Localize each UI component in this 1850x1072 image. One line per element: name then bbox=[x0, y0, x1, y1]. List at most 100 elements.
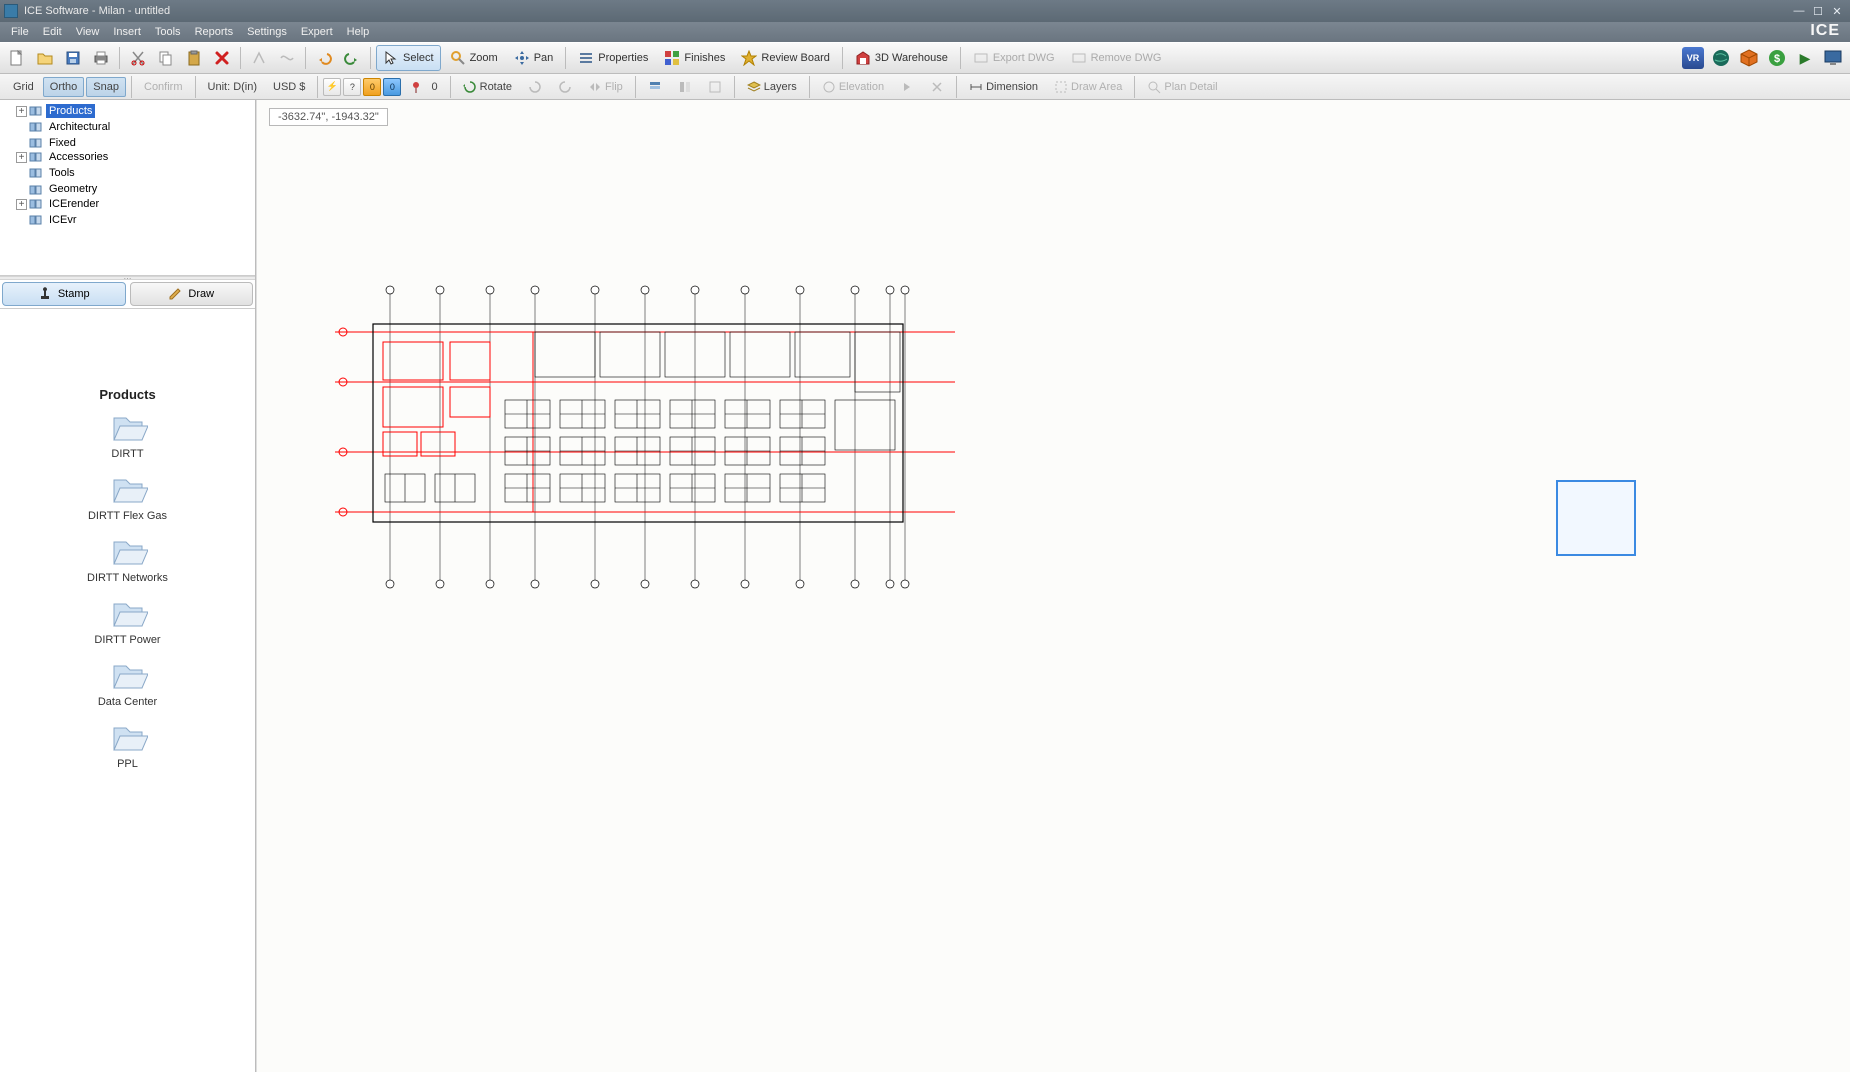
tree-item-tools[interactable]: Tools bbox=[16, 164, 253, 180]
grid-toggle[interactable]: Grid bbox=[6, 77, 41, 97]
warehouse-button[interactable]: 3D Warehouse bbox=[848, 45, 955, 71]
monitor-badge[interactable] bbox=[1822, 47, 1844, 69]
tool-a[interactable] bbox=[246, 45, 272, 71]
tree-item-products[interactable]: +Products bbox=[16, 104, 253, 118]
properties-label: Properties bbox=[598, 52, 648, 64]
snap-toggle[interactable]: Snap bbox=[86, 77, 126, 97]
draw-tab[interactable]: Draw bbox=[130, 282, 254, 306]
stamp-icon bbox=[38, 287, 52, 301]
print-button[interactable] bbox=[88, 45, 114, 71]
new-button[interactable] bbox=[4, 45, 30, 71]
menu-tools[interactable]: Tools bbox=[148, 24, 188, 40]
delete-button[interactable] bbox=[209, 45, 235, 71]
exportdwg-button[interactable]: Export DWG bbox=[966, 45, 1062, 71]
product-dirtt-power[interactable]: DIRTT Power bbox=[8, 598, 247, 646]
mode-tabs: Stamp Draw bbox=[0, 280, 255, 309]
brand-logo: ICE bbox=[1810, 22, 1840, 40]
tree-item-icevr[interactable]: ICEvr bbox=[16, 211, 253, 227]
tree-item-accessories[interactable]: +Accessories bbox=[16, 150, 253, 164]
product-ppl[interactable]: PPL bbox=[8, 722, 247, 770]
play-badge[interactable]: ▶ bbox=[1794, 47, 1816, 69]
properties-button[interactable]: Properties bbox=[571, 45, 655, 71]
titlebar: ICE Software - Milan - untitled — ☐ ✕ bbox=[0, 0, 1850, 22]
align-b-icon[interactable] bbox=[671, 77, 699, 97]
tree-item-geometry[interactable]: Geometry bbox=[16, 180, 253, 196]
cube-badge[interactable] bbox=[1738, 47, 1760, 69]
tool-b[interactable] bbox=[274, 45, 300, 71]
minimize-button[interactable]: — bbox=[1790, 4, 1808, 18]
menu-help[interactable]: Help bbox=[340, 24, 377, 40]
product-dirtt[interactable]: DIRTT bbox=[8, 412, 247, 460]
currency-label[interactable]: USD $ bbox=[266, 77, 312, 97]
rotate-button[interactable]: Rotate bbox=[456, 77, 519, 97]
align-c-icon[interactable] bbox=[701, 77, 729, 97]
review-button[interactable]: Review Board bbox=[734, 45, 836, 71]
product-dirtt-flex-gas[interactable]: DIRTT Flex Gas bbox=[8, 474, 247, 522]
rotate-ccw-icon[interactable] bbox=[521, 77, 549, 97]
zoom-button[interactable]: Zoom bbox=[443, 45, 505, 71]
pan-button[interactable]: Pan bbox=[507, 45, 561, 71]
minimap[interactable] bbox=[1556, 480, 1636, 556]
secondary-toolbar: Grid Ortho Snap Confirm Unit: D(in) USD … bbox=[0, 74, 1850, 100]
product-data-center[interactable]: Data Center bbox=[8, 660, 247, 708]
menubar: File Edit View Insert Tools Reports Sett… bbox=[0, 22, 1850, 42]
removedwg-label: Remove DWG bbox=[1091, 52, 1162, 64]
orange-count[interactable]: 0 bbox=[363, 78, 381, 96]
vr-badge[interactable]: VR bbox=[1682, 47, 1704, 69]
drawing-canvas[interactable]: -3632.74", -1943.32" bbox=[256, 100, 1850, 1072]
globe-badge[interactable] bbox=[1710, 47, 1732, 69]
layers-button[interactable]: Layers bbox=[740, 77, 804, 97]
redo-button[interactable] bbox=[339, 45, 365, 71]
workarea: +ProductsArchitecturalFixed+AccessoriesT… bbox=[0, 100, 1850, 1072]
save-button[interactable] bbox=[60, 45, 86, 71]
menu-file[interactable]: File bbox=[4, 24, 36, 40]
maximize-button[interactable]: ☐ bbox=[1809, 4, 1827, 18]
tree-item-architectural[interactable]: Architectural bbox=[16, 118, 253, 134]
tree-item-fixed[interactable]: Fixed bbox=[16, 134, 253, 150]
menu-reports[interactable]: Reports bbox=[188, 24, 241, 40]
removedwg-button[interactable]: Remove DWG bbox=[1064, 45, 1169, 71]
cut-button[interactable] bbox=[125, 45, 151, 71]
product-pane[interactable]: Products DIRTTDIRTT Flex GasDIRTT Networ… bbox=[0, 309, 255, 1072]
dimension-button[interactable]: Dimension bbox=[962, 77, 1045, 97]
elev-close-icon[interactable] bbox=[923, 77, 951, 97]
flip-button[interactable]: Flip bbox=[581, 77, 630, 97]
blue-count[interactable]: 0 bbox=[383, 78, 401, 96]
product-tree[interactable]: +ProductsArchitecturalFixed+AccessoriesT… bbox=[0, 100, 255, 276]
align-a-icon[interactable] bbox=[641, 77, 669, 97]
stamp-tab[interactable]: Stamp bbox=[2, 282, 126, 306]
draw-label: Draw bbox=[188, 288, 214, 300]
elevation-button[interactable]: Elevation bbox=[815, 77, 891, 97]
drawarea-button[interactable]: Draw Area bbox=[1047, 77, 1129, 97]
pan-label: Pan bbox=[534, 52, 554, 64]
tree-item-icerender[interactable]: +ICErender bbox=[16, 197, 253, 211]
pin-count[interactable]: 0 bbox=[403, 77, 444, 97]
rotate-cw-icon[interactable] bbox=[551, 77, 579, 97]
floor-plan bbox=[335, 282, 955, 598]
menu-view[interactable]: View bbox=[69, 24, 107, 40]
elev-next-icon[interactable] bbox=[893, 77, 921, 97]
product-dirtt-networks[interactable]: DIRTT Networks bbox=[8, 536, 247, 584]
paste-button[interactable] bbox=[181, 45, 207, 71]
open-button[interactable] bbox=[32, 45, 58, 71]
finishes-button[interactable]: Finishes bbox=[657, 45, 732, 71]
unit-label[interactable]: Unit: D(in) bbox=[201, 77, 265, 97]
finishes-label: Finishes bbox=[684, 52, 725, 64]
menu-edit[interactable]: Edit bbox=[36, 24, 69, 40]
stamp-label: Stamp bbox=[58, 288, 90, 300]
pencil-icon bbox=[168, 287, 182, 301]
money-badge[interactable]: $ bbox=[1766, 47, 1788, 69]
menu-settings[interactable]: Settings bbox=[240, 24, 294, 40]
help-icon[interactable]: ? bbox=[343, 78, 361, 96]
confirm-button[interactable]: Confirm bbox=[137, 77, 190, 97]
copy-button[interactable] bbox=[153, 45, 179, 71]
ortho-toggle[interactable]: Ortho bbox=[43, 77, 85, 97]
menu-expert[interactable]: Expert bbox=[294, 24, 340, 40]
plandetail-button[interactable]: Plan Detail bbox=[1140, 77, 1224, 97]
main-toolbar: Select Zoom Pan Properties Finishes Revi… bbox=[0, 42, 1850, 74]
lightning-icon[interactable]: ⚡ bbox=[323, 78, 341, 96]
select-button[interactable]: Select bbox=[376, 45, 441, 71]
menu-insert[interactable]: Insert bbox=[106, 24, 148, 40]
close-button[interactable]: ✕ bbox=[1828, 4, 1846, 18]
undo-button[interactable] bbox=[311, 45, 337, 71]
